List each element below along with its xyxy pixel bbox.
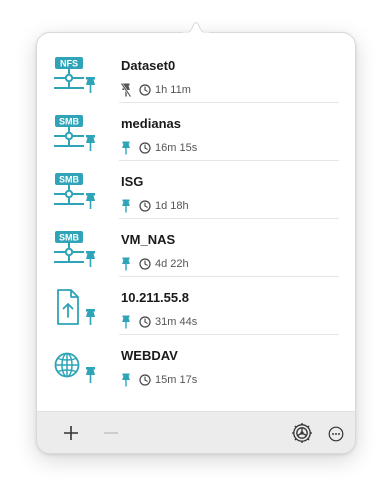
mount-name: WEBDAV (121, 348, 178, 363)
clock-icon (139, 84, 151, 96)
mount-meta: 15m 17s (121, 373, 197, 387)
protocol-badge-text: SMB (59, 117, 80, 127)
mount-row[interactable]: WEBDAV 15m 17s (37, 335, 355, 393)
smb-share-icon: SMB (54, 115, 95, 151)
mount-meta: 4d 22h (121, 257, 189, 271)
mounts-popover: NFS Dataset0 1h 11m SMB medianas 16m 15s… (36, 32, 356, 454)
popover-footer (37, 411, 355, 453)
mount-name: VM_NAS (121, 232, 176, 247)
mount-duration: 4d 22h (155, 258, 189, 270)
plus-icon[interactable] (61, 423, 81, 443)
pin-icon[interactable] (121, 373, 131, 387)
smb-share-icon: SMB (54, 173, 95, 209)
pin-icon[interactable] (121, 315, 131, 329)
pin-badge-icon (86, 367, 95, 383)
pin-slash-icon[interactable] (121, 83, 131, 97)
mount-name: 10.211.55.8 (121, 290, 189, 305)
mount-duration: 16m 15s (155, 142, 198, 154)
pin-badge-icon (86, 135, 95, 151)
clock-icon (139, 316, 151, 328)
mount-duration: 31m 44s (155, 316, 198, 328)
smb-share-icon: SMB (54, 231, 95, 267)
clock-icon (139, 200, 151, 212)
popover-arrow (183, 22, 209, 34)
clock-icon (139, 374, 151, 386)
mount-meta: 31m 44s (121, 315, 197, 329)
mount-row[interactable]: SMB ISG 1d 18h (37, 161, 355, 219)
mount-meta: 1h 11m (121, 83, 191, 97)
mount-name: medianas (121, 116, 181, 131)
mount-name: ISG (121, 174, 144, 189)
ellipsis-icon[interactable] (328, 426, 344, 442)
mount-list: NFS Dataset0 1h 11m SMB medianas 16m 15s… (37, 45, 355, 393)
protocol-badge-text: NFS (60, 59, 78, 69)
mount-meta: 1d 18h (121, 199, 189, 213)
mount-row[interactable]: NFS Dataset0 1h 11m (37, 45, 355, 103)
pin-badge-icon (86, 309, 95, 325)
clock-icon (139, 142, 151, 154)
clock-icon (139, 258, 151, 270)
mount-duration: 1h 11m (155, 84, 191, 96)
mount-row[interactable]: SMB VM_NAS 4d 22h (37, 219, 355, 277)
pin-icon[interactable] (121, 257, 131, 271)
mount-row[interactable]: 10.211.55.8 31m 44s (37, 277, 355, 335)
minus-icon[interactable] (101, 423, 121, 443)
pin-badge-icon (86, 77, 95, 93)
gear-icon[interactable] (291, 422, 313, 444)
protocol-badge-text: SMB (59, 233, 80, 243)
pin-icon[interactable] (121, 199, 131, 213)
mount-name: Dataset0 (121, 58, 176, 73)
mount-duration: 15m 17s (155, 374, 198, 386)
pin-badge-icon (86, 193, 95, 209)
mount-duration: 1d 18h (155, 200, 189, 212)
mount-row[interactable]: SMB medianas 16m 15s (37, 103, 355, 161)
file-share-icon (57, 289, 95, 325)
mount-meta: 16m 15s (121, 141, 197, 155)
nfs-share-icon: NFS (54, 57, 95, 93)
globe-icon (54, 352, 95, 383)
pin-badge-icon (86, 251, 95, 267)
protocol-badge-text: SMB (59, 175, 80, 185)
pin-icon[interactable] (121, 141, 131, 155)
